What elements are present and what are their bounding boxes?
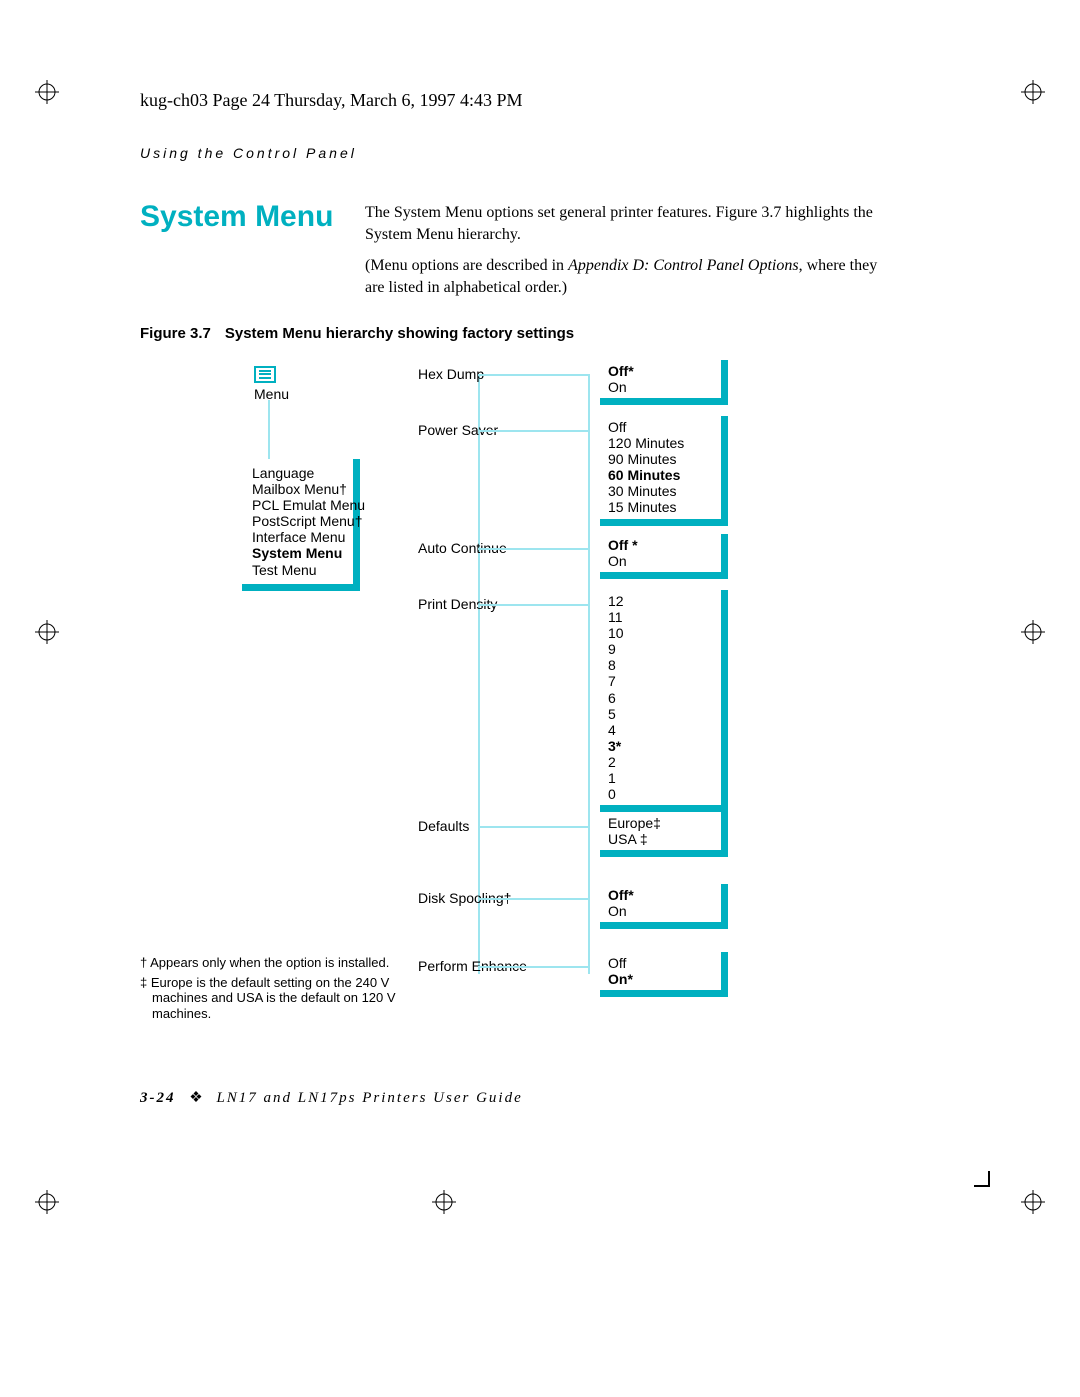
- option-value: 10: [608, 625, 715, 641]
- crop-mark-br: [1021, 1190, 1045, 1214]
- connector-line: [478, 548, 590, 550]
- menu-icon: [254, 366, 276, 383]
- option-value: On: [608, 553, 715, 569]
- menu-hierarchy-diagram: Menu LanguageMailbox Menu†PCL Emulat Men…: [140, 360, 870, 1020]
- top-menu-item: System Menu: [252, 545, 347, 561]
- option-box: Off*On: [600, 884, 728, 929]
- option-value: 12: [608, 593, 715, 609]
- option-value: 1: [608, 770, 715, 786]
- option-value: 9: [608, 641, 715, 657]
- option-value: 30 Minutes: [608, 483, 715, 499]
- option-value: 6: [608, 690, 715, 706]
- option-value: On*: [608, 971, 715, 987]
- intro-para-2: (Menu options are described in Appendix …: [365, 255, 885, 298]
- top-menu-item: PostScript Menu†: [252, 513, 347, 529]
- option-value: 4: [608, 722, 715, 738]
- submenu-label: Hex Dump: [418, 366, 484, 382]
- running-head: Using the Control Panel: [140, 145, 357, 161]
- section-title: System Menu: [140, 200, 333, 234]
- option-box: OffOn*: [600, 952, 728, 997]
- crop-mark-mr: [1021, 620, 1045, 644]
- option-value: 15 Minutes: [608, 499, 715, 515]
- option-box: Off120 Minutes90 Minutes60 Minutes30 Min…: [600, 416, 728, 526]
- top-menu-item: Mailbox Menu†: [252, 481, 347, 497]
- connector-line: [478, 604, 590, 606]
- connector-line: [478, 966, 590, 968]
- option-value: 11: [608, 609, 715, 625]
- top-menu-box: LanguageMailbox Menu†PCL Emulat MenuPost…: [242, 459, 360, 591]
- footnote: ‡ Europe is the default setting on the 2…: [140, 975, 415, 1022]
- figure-caption: Figure 3.7System Menu hierarchy showing …: [140, 325, 574, 342]
- option-value: Off*: [608, 887, 715, 903]
- option-value: 3*: [608, 738, 715, 754]
- option-value: Off *: [608, 537, 715, 553]
- footnote: † Appears only when the option is instal…: [140, 955, 415, 971]
- crop-mark-bl: [35, 1190, 59, 1214]
- top-menu-item: PCL Emulat Menu: [252, 497, 347, 513]
- crop-corner: [974, 1171, 990, 1187]
- option-box: Off *On: [600, 534, 728, 579]
- page-number: 3-24: [140, 1090, 176, 1106]
- framemaker-header: kug-ch03 Page 24 Thursday, March 6, 1997…: [140, 90, 522, 111]
- separator-diamond: ❖: [181, 1090, 210, 1106]
- connector-line: [478, 374, 590, 376]
- crop-mark-ml: [35, 620, 59, 644]
- option-value: 90 Minutes: [608, 451, 715, 467]
- crop-mark-tr: [1021, 80, 1045, 104]
- option-value: Off*: [608, 363, 715, 379]
- connector-line: [478, 374, 480, 974]
- option-value: 60 Minutes: [608, 467, 715, 483]
- option-value: 5: [608, 706, 715, 722]
- connector-line: [478, 430, 590, 432]
- top-menu-item: Language: [252, 465, 347, 481]
- connector-line: [588, 374, 590, 974]
- option-value: 0: [608, 786, 715, 802]
- top-menu-item: Interface Menu: [252, 529, 347, 545]
- option-value: Europe‡: [608, 815, 715, 831]
- option-box: 1211109876543*210: [600, 590, 728, 812]
- crop-mark-bm: [432, 1190, 456, 1214]
- menu-label: Menu: [254, 386, 289, 402]
- option-value: On: [608, 903, 715, 919]
- option-value: 2: [608, 754, 715, 770]
- option-box: Europe‡USA ‡: [600, 812, 728, 857]
- option-box: Off*On: [600, 360, 728, 405]
- option-value: Off: [608, 419, 715, 435]
- option-value: USA ‡: [608, 831, 715, 847]
- option-value: 8: [608, 657, 715, 673]
- option-value: 120 Minutes: [608, 435, 715, 451]
- top-menu-item: Test Menu: [252, 562, 347, 578]
- intro-text: The System Menu options set general prin…: [365, 202, 885, 298]
- footnotes: † Appears only when the option is instal…: [140, 955, 415, 1025]
- submenu-label: Defaults: [418, 818, 469, 834]
- footer-title: LN17 and LN17ps Printers User Guide: [216, 1090, 522, 1106]
- connector-line: [478, 898, 590, 900]
- option-value: Off: [608, 955, 715, 971]
- option-value: 7: [608, 673, 715, 689]
- intro-para-1: The System Menu options set general prin…: [365, 202, 885, 245]
- option-value: On: [608, 379, 715, 395]
- crop-mark-tl: [35, 80, 59, 104]
- connector-line: [478, 826, 590, 828]
- page-footer: 3-24 ❖ LN17 and LN17ps Printers User Gui…: [140, 1088, 523, 1107]
